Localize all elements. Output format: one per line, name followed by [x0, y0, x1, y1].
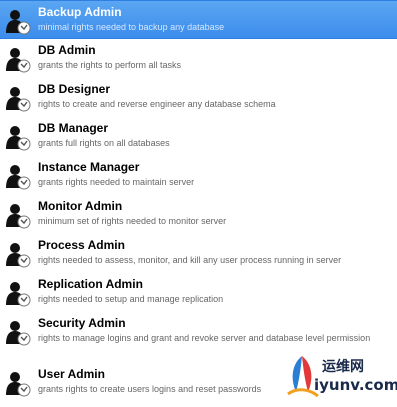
- role-item-db-designer[interactable]: DB Designer rights to create and reverse …: [0, 78, 397, 117]
- role-item-instance-manager[interactable]: Instance Manager grants rights needed to …: [0, 156, 397, 195]
- role-description: rights needed to setup and manage replic…: [38, 294, 224, 304]
- user-role-icon: [4, 369, 32, 397]
- role-description: minimal rights needed to backup any data…: [38, 22, 225, 32]
- user-role-icon: [4, 45, 32, 73]
- role-description: rights needed to assess, monitor, and ki…: [38, 255, 342, 265]
- user-role-icon: [4, 84, 32, 112]
- role-description: rights to create and reverse engineer an…: [38, 99, 276, 109]
- role-name: DB Admin: [38, 43, 96, 57]
- role-name: DB Manager: [38, 121, 109, 135]
- user-role-icon: [4, 318, 32, 346]
- role-item-db-manager[interactable]: DB Manager grants full rights on all data…: [0, 117, 397, 156]
- role-name: Instance Manager: [38, 160, 140, 174]
- role-description: minimum set of rights needed to monitor …: [38, 216, 227, 226]
- user-role-icon: [4, 240, 32, 268]
- role-item-db-admin[interactable]: DB Admin grants the rights to perform all…: [0, 39, 397, 78]
- role-name: User Admin: [38, 367, 105, 381]
- user-role-icon: [4, 123, 32, 151]
- role-description: rights to manage logins and grant and re…: [38, 333, 371, 343]
- role-name: DB Designer: [38, 82, 111, 96]
- role-item-security-admin[interactable]: Security Admin rights to manage logins an…: [0, 312, 397, 351]
- user-role-icon: [4, 7, 32, 35]
- role-name: Monitor Admin: [38, 199, 123, 213]
- role-item-process-admin[interactable]: Process Admin rights needed to assess, mo…: [0, 234, 397, 273]
- user-role-icon: [4, 201, 32, 229]
- watermark-domain: iyunv.com: [314, 376, 397, 394]
- user-role-icon: [4, 279, 32, 307]
- role-item-backup-admin[interactable]: Backup Admin minimal rights needed to bac…: [0, 0, 397, 39]
- role-name: Replication Admin: [38, 277, 143, 291]
- role-name: Security Admin: [38, 316, 126, 330]
- role-description: grants the rights to perform all tasks: [38, 60, 182, 70]
- watermark: 运维网 iyunv.com: [282, 352, 397, 402]
- role-description: grants rights needed to maintain server: [38, 177, 195, 187]
- role-name: Backup Admin: [38, 5, 122, 19]
- role-name: Process Admin: [38, 238, 125, 252]
- role-description: grants rights to create users logins and…: [38, 384, 262, 394]
- role-item-monitor-admin[interactable]: Monitor Admin minimum set of rights neede…: [0, 195, 397, 234]
- role-item-replication-admin[interactable]: Replication Admin rights needed to setup …: [0, 273, 397, 312]
- user-role-icon: [4, 162, 32, 190]
- watermark-chinese-text: 运维网: [322, 359, 364, 375]
- role-description: grants full rights on all databases: [38, 138, 170, 148]
